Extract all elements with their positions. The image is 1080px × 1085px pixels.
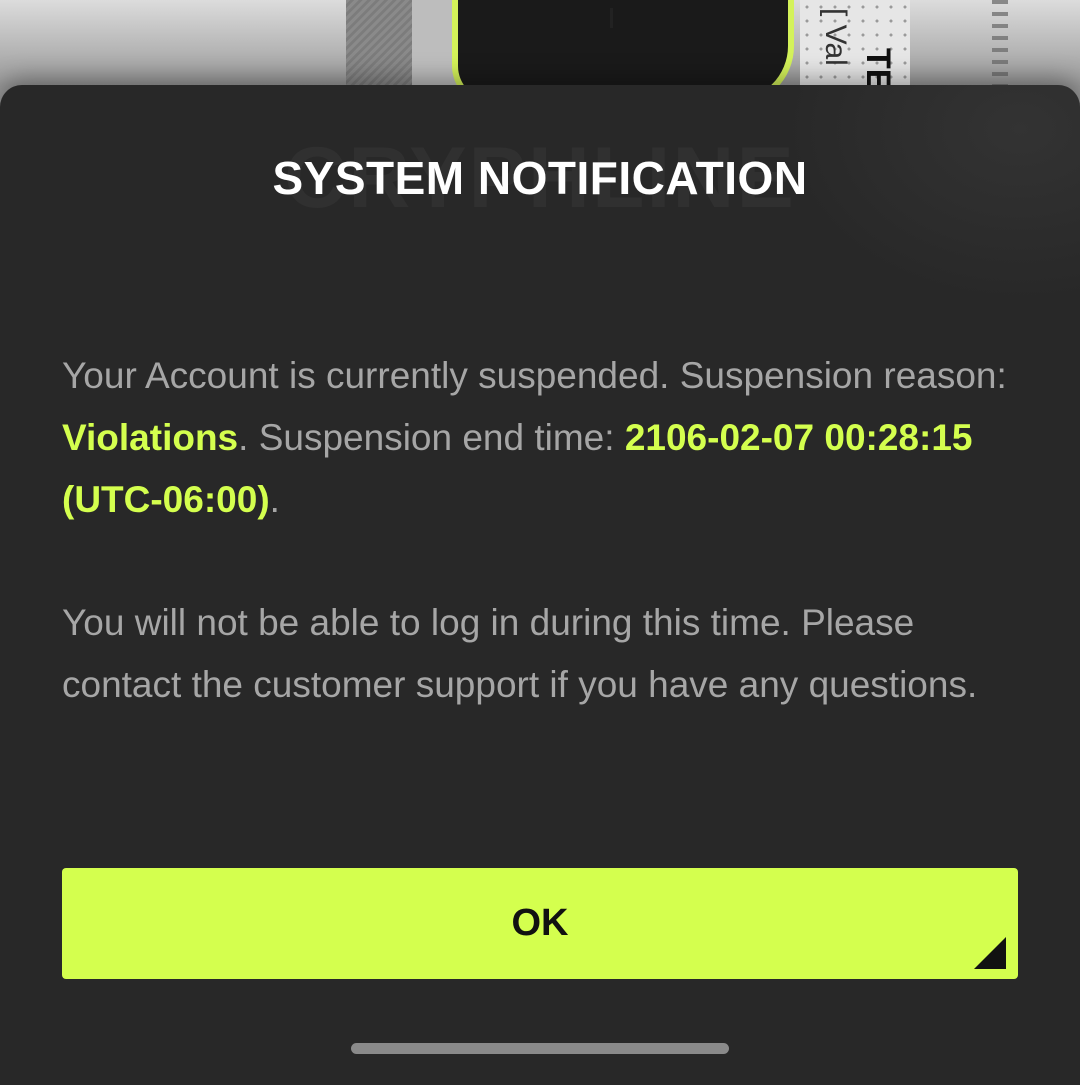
- suspension-reason: Violations: [62, 417, 239, 458]
- ok-button[interactable]: OK: [62, 868, 1018, 979]
- support-message: You will not be able to log in during th…: [62, 602, 978, 705]
- suspension-message-prefix: Your Account is currently suspended. Sus…: [62, 355, 1007, 396]
- background-panel: [346, 0, 412, 90]
- suspension-message-middle: . Suspension end time:: [238, 417, 625, 458]
- background-vertical-text: [ Val: [819, 8, 852, 66]
- background-ruler: [992, 0, 1008, 90]
- suspension-message: Your Account is currently suspended. Sus…: [62, 345, 1022, 531]
- home-indicator[interactable]: [351, 1043, 729, 1054]
- suspension-message-suffix: .: [269, 479, 280, 520]
- dialog-title: SYSTEM NOTIFICATION: [272, 152, 808, 204]
- ok-button-label: OK: [511, 902, 569, 944]
- corner-triangle-icon: [974, 937, 1006, 969]
- system-notification-dialog: CRYPHLINE SYSTEM NOTIFICATION Your Accou…: [0, 85, 1080, 1085]
- background-divider: [610, 8, 613, 28]
